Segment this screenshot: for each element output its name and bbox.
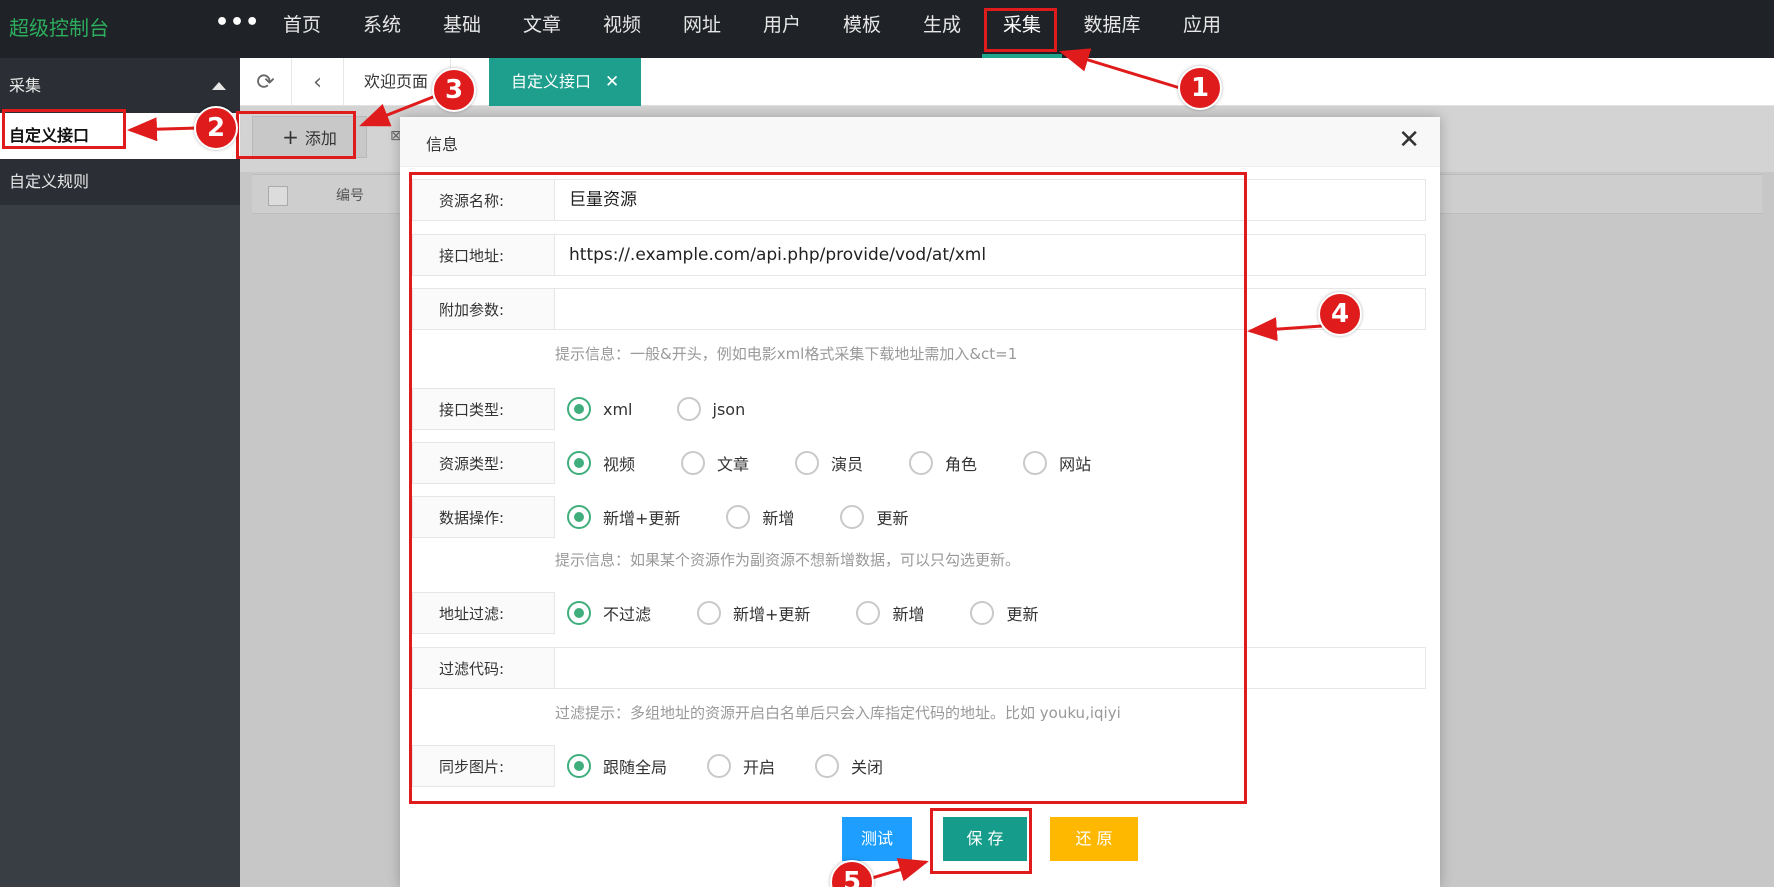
annotation-badge-1: 1 [1178, 66, 1222, 110]
nav-template[interactable]: 模板 [822, 0, 902, 58]
annotation-badge-4: 4 [1318, 292, 1362, 336]
highlight-box-collect-nav [984, 8, 1057, 52]
nav-video[interactable]: 视频 [582, 0, 662, 58]
annotation-badge-3: 3 [432, 68, 476, 112]
sidebar-item-custom-rule[interactable]: 自定义规则 [0, 159, 240, 205]
nav-article[interactable]: 文章 [502, 0, 582, 58]
tab-custom-api[interactable]: 自定义接口 ✕ [489, 58, 642, 106]
nav-home[interactable]: 首页 [262, 0, 342, 58]
brand-title[interactable]: 超级控制台 [9, 12, 109, 41]
refresh-icon[interactable]: ⟳ [240, 58, 292, 106]
select-all-checkbox[interactable] [268, 186, 288, 206]
nav-database[interactable]: 数据库 [1062, 0, 1162, 58]
nav-user[interactable]: 用户 [742, 0, 822, 58]
column-id-header: 编号 [336, 188, 364, 204]
highlight-box-save [930, 808, 1032, 874]
annotation-badge-2: 2 [194, 106, 238, 150]
tab-custom-api-label: 自定义接口 [511, 72, 592, 91]
sidebar-group-collect[interactable]: 采集 [0, 58, 240, 113]
top-bar: 超级控制台 ••• 首页 系统 基础 文章 视频 网址 用户 模板 生成 采集 … [0, 0, 1774, 58]
main-nav: 首页 系统 基础 文章 视频 网址 用户 模板 生成 采集 数据库 应用 [262, 0, 1242, 58]
reset-button[interactable]: 还 原 [1050, 817, 1138, 861]
dialog-title: 信息 [426, 135, 459, 154]
dialog-header: 信息 ✕ [400, 117, 1440, 167]
nav-generate[interactable]: 生成 [902, 0, 982, 58]
nav-url[interactable]: 网址 [662, 0, 742, 58]
sidebar-group-label: 采集 [9, 76, 42, 95]
test-button[interactable]: 测试 [842, 817, 912, 861]
nav-basic[interactable]: 基础 [422, 0, 502, 58]
sidebar: 采集 自定义接口 自定义规则 [0, 58, 240, 887]
highlight-box-form [409, 172, 1247, 804]
nav-app[interactable]: 应用 [1162, 0, 1242, 58]
dialog-actions: 测试 保 存 还 原 [400, 817, 1440, 861]
caret-up-icon [212, 82, 226, 90]
more-menu-icon[interactable]: ••• [215, 10, 260, 35]
nav-system[interactable]: 系统 [342, 0, 422, 58]
back-icon[interactable]: ‹ [292, 58, 344, 106]
dialog-close-icon[interactable]: ✕ [1398, 127, 1420, 153]
highlight-box-add-button [236, 111, 356, 159]
close-icon[interactable]: ✕ [605, 72, 619, 92]
highlight-box-custom-api [2, 109, 126, 149]
